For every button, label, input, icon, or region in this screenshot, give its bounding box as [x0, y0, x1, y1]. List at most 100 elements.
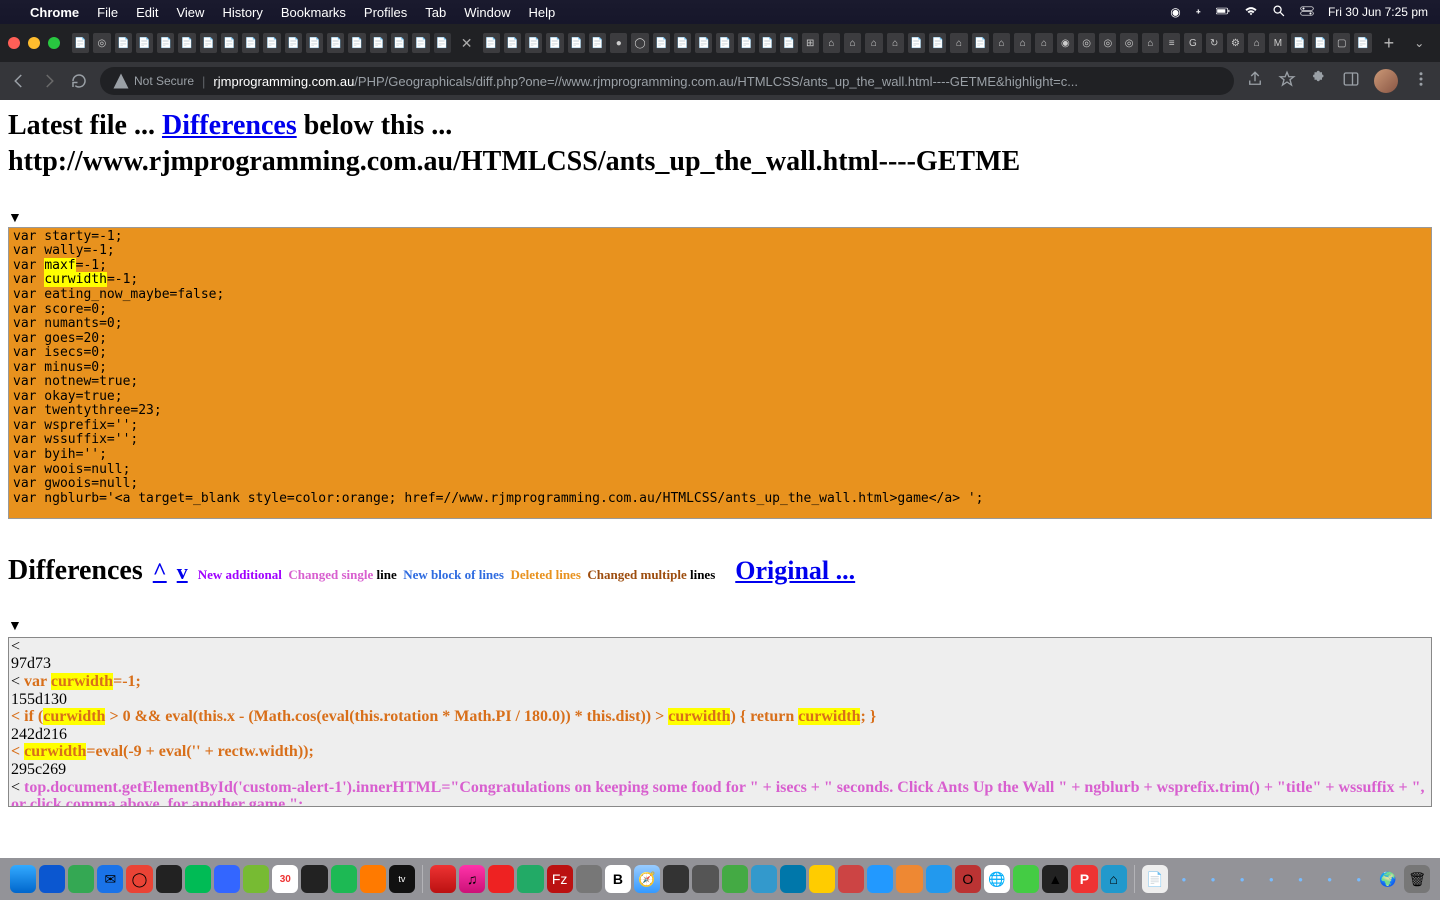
tab-item[interactable]: 📄 — [738, 33, 755, 53]
tab-item[interactable]: 📄 — [263, 33, 280, 53]
tab-item[interactable]: ⌂ — [865, 33, 882, 53]
tab-item[interactable]: 📄 — [370, 33, 387, 53]
dock-app[interactable] — [185, 865, 211, 893]
new-tab-button[interactable]: + — [1376, 33, 1403, 54]
dock-app[interactable] — [926, 865, 952, 893]
tab-item[interactable]: 📄 — [412, 33, 429, 53]
dock-doc[interactable]: 📄 — [1142, 865, 1168, 893]
tab-item[interactable]: 📄 — [157, 33, 174, 53]
menubar-app-name[interactable]: Chrome — [30, 5, 79, 20]
dock-app[interactable] — [751, 865, 777, 893]
extensions-icon[interactable] — [1310, 70, 1328, 93]
tab-item[interactable]: 📄 — [200, 33, 217, 53]
tab-item[interactable]: ↻ — [1206, 33, 1223, 53]
dock-safari-icon[interactable]: 🧭 — [634, 865, 660, 893]
tab-item[interactable]: 📄 — [72, 33, 89, 53]
menu-help[interactable]: Help — [529, 5, 556, 20]
tab-item[interactable]: ⊞ — [802, 33, 819, 53]
menu-view[interactable]: View — [176, 5, 204, 20]
back-button[interactable] — [10, 72, 28, 90]
differences-link[interactable]: Differences — [162, 110, 297, 141]
tab-item[interactable]: 📄 — [908, 33, 925, 53]
tab-item[interactable]: ◯ — [631, 33, 648, 53]
forward-button[interactable] — [40, 72, 58, 90]
dock-app[interactable] — [214, 865, 240, 893]
tab-overflow-chevron-icon[interactable]: ⌄ — [1406, 36, 1432, 50]
menu-file[interactable]: File — [97, 5, 118, 20]
dock-music-icon[interactable]: ♫ — [459, 865, 485, 893]
tab-item[interactable]: 📄 — [759, 33, 776, 53]
tab-item[interactable]: 📄 — [1312, 33, 1329, 53]
dock-app[interactable] — [780, 865, 806, 893]
dock-appletv-icon[interactable]: tv — [389, 865, 415, 893]
control-center-icon[interactable] — [1300, 4, 1314, 21]
dock-app[interactable] — [838, 865, 864, 893]
tab-item[interactable]: 📄 — [221, 33, 238, 53]
tab-item[interactable]: 📄 — [285, 33, 302, 53]
battery-icon[interactable] — [1216, 4, 1230, 21]
tab-item[interactable]: G — [1184, 33, 1201, 53]
dock-app[interactable] — [39, 865, 65, 893]
scroll-down-link[interactable]: v — [177, 559, 188, 585]
dock-finder-icon[interactable] — [10, 865, 36, 893]
dock-app[interactable] — [517, 865, 543, 893]
tab-item[interactable]: ⌂ — [1248, 33, 1265, 53]
scroll-up-link[interactable]: ^ — [153, 559, 167, 586]
dock-spotify-icon[interactable] — [331, 865, 357, 893]
profile-avatar[interactable] — [1374, 69, 1398, 93]
dock-folder[interactable]: ● — [1258, 865, 1284, 893]
tab-item[interactable]: ⌂ — [887, 33, 904, 53]
tab-item[interactable]: ⚙ — [1227, 33, 1244, 53]
dock-app[interactable] — [1013, 865, 1039, 893]
tab-item[interactable]: 📄 — [1291, 33, 1308, 53]
tab-item[interactable]: ⌂ — [1014, 33, 1031, 53]
dock-app[interactable]: P — [1071, 865, 1097, 893]
tab-item[interactable]: 📄 — [504, 33, 521, 53]
wifi-icon[interactable] — [1244, 4, 1258, 21]
screenrecord-icon[interactable]: ◉ — [1170, 5, 1180, 19]
menu-history[interactable]: History — [222, 5, 262, 20]
menu-tab[interactable]: Tab — [425, 5, 446, 20]
chrome-menu-icon[interactable] — [1412, 70, 1430, 93]
dock-calendar-icon[interactable]: 30 — [272, 865, 298, 893]
dock-app[interactable] — [692, 865, 718, 893]
tab-item[interactable]: ◎ — [1120, 33, 1137, 53]
dock-app[interactable] — [896, 865, 922, 893]
tab-item[interactable]: 📄 — [546, 33, 563, 53]
tab-item[interactable]: M — [1269, 33, 1286, 53]
tab-item[interactable]: 📄 — [525, 33, 542, 53]
dock-app[interactable]: ⌂ — [1101, 865, 1127, 893]
address-bar[interactable]: Not Secure | rjmprogramming.com.au/PHP/G… — [100, 67, 1234, 95]
tab-item[interactable]: ◎ — [1099, 33, 1116, 53]
dock-globe-icon[interactable]: 🌍 — [1375, 865, 1401, 893]
tab-item[interactable]: 📄 — [483, 33, 500, 53]
dock-app[interactable] — [722, 865, 748, 893]
tab-item[interactable]: 📄 — [674, 33, 691, 53]
close-window-button[interactable] — [8, 37, 20, 49]
tab-item[interactable]: 📄 — [327, 33, 344, 53]
dock-app[interactable]: ◯ — [126, 865, 152, 893]
tab-item[interactable]: 📄 — [653, 33, 670, 53]
menu-bookmarks[interactable]: Bookmarks — [281, 5, 346, 20]
tab-item[interactable]: 📄 — [716, 33, 733, 53]
tab-item[interactable]: 📄 — [306, 33, 323, 53]
bluetooth-icon[interactable]: ᛭ — [1195, 5, 1202, 19]
tab-item[interactable]: ◎ — [93, 33, 110, 53]
dock-folder[interactable]: ● — [1317, 865, 1343, 893]
dock-trash-icon[interactable]: 🗑 — [1404, 865, 1430, 893]
tab-item[interactable]: 📄 — [1354, 33, 1371, 53]
diff-output-box[interactable]: < 97d73 < var curwidth=-1; 155d130 < if … — [8, 637, 1432, 807]
diff-collapse-toggle[interactable]: ▼ — [8, 617, 1432, 633]
tab-item[interactable]: ▢ — [1333, 33, 1350, 53]
menu-profiles[interactable]: Profiles — [364, 5, 407, 20]
bookmark-star-icon[interactable] — [1278, 70, 1296, 93]
menu-edit[interactable]: Edit — [136, 5, 158, 20]
minimize-window-button[interactable] — [28, 37, 40, 49]
tab-item[interactable]: 📄 — [115, 33, 132, 53]
tab-item[interactable]: 📄 — [178, 33, 195, 53]
collapse-toggle[interactable]: ▼ — [8, 209, 1432, 225]
sidepanel-icon[interactable] — [1342, 70, 1360, 93]
maximize-window-button[interactable] — [48, 37, 60, 49]
dock-app[interactable] — [488, 865, 514, 893]
dock-chrome-icon[interactable]: 🌐 — [984, 865, 1010, 893]
